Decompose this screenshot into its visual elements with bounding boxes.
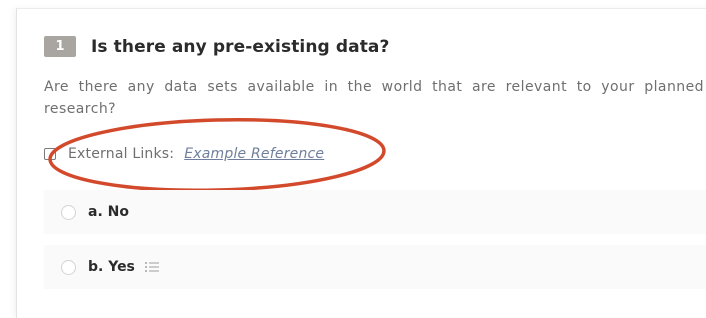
question-header: 1 Is there any pre-existing data?	[44, 36, 389, 57]
option-label: a. No	[88, 204, 129, 220]
radio-button[interactable]	[61, 204, 76, 220]
list-icon	[144, 258, 159, 277]
question-number-badge: 1	[44, 36, 76, 57]
external-links-label: External Links:	[68, 146, 175, 162]
external-link-icon	[44, 148, 56, 160]
external-links-row: External Links: Example Reference	[44, 146, 324, 162]
radio-button[interactable]	[61, 259, 76, 275]
external-link-example-reference[interactable]: Example Reference	[184, 146, 324, 162]
option-label: b. Yes	[88, 259, 135, 275]
answer-option-no[interactable]: a. No	[44, 190, 706, 234]
answer-option-yes[interactable]: b. Yes	[44, 245, 706, 289]
question-title: Is there any pre-existing data?	[91, 36, 390, 57]
question-description: Are there any data sets available in the…	[44, 79, 704, 117]
